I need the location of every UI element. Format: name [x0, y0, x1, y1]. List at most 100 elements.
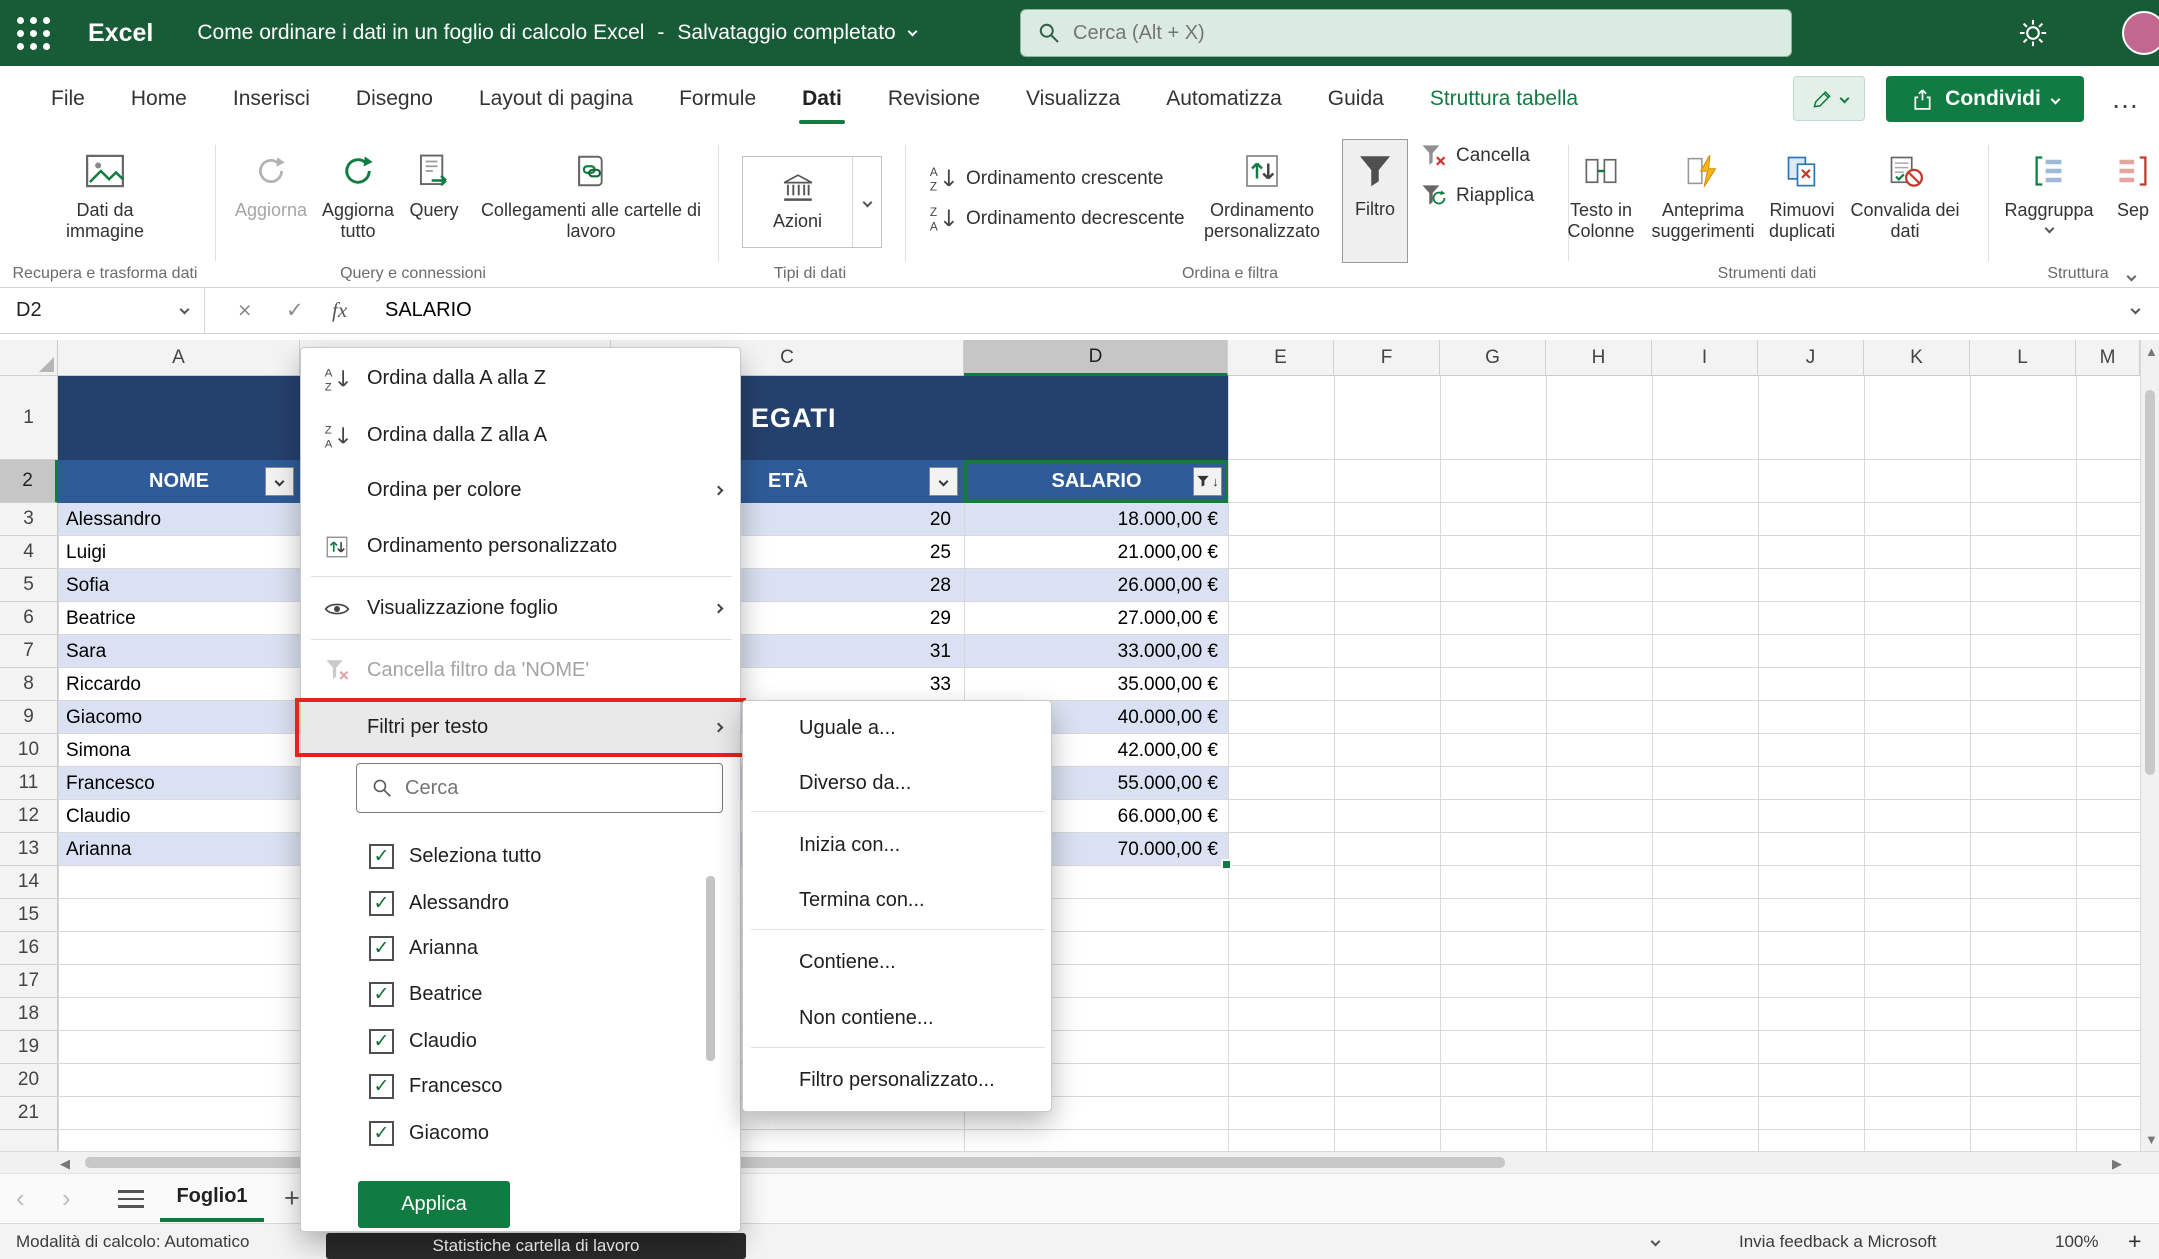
status-chevron-icon[interactable] [1651, 1237, 1661, 1247]
cell-nome[interactable]: Riccardo [66, 668, 141, 701]
filter-checkbox-item[interactable]: ✓ Francesco [301, 1063, 740, 1109]
sort-descending-button[interactable]: ZA Ordinamento decrescente [928, 204, 1185, 233]
tab-visualizza[interactable]: Visualizza [1003, 66, 1143, 131]
tab-revisione[interactable]: Revisione [865, 66, 1003, 131]
cell-nome[interactable]: Arianna [66, 833, 132, 866]
scroll-left-icon[interactable]: ◀ [60, 1156, 70, 1172]
scroll-up-icon[interactable]: ▲ [2145, 344, 2158, 359]
document-title[interactable]: Come ordinare i dati in un foglio di cal… [197, 21, 644, 45]
scroll-right-icon[interactable]: ▶ [2112, 1156, 2122, 1172]
submenu-item-filtro-personalizzato[interactable]: Filtro personalizzato... [743, 1053, 1051, 1108]
avatar[interactable] [2122, 11, 2159, 55]
vertical-scrollbar-thumb[interactable] [2145, 390, 2155, 775]
tab-file[interactable]: File [28, 66, 108, 131]
zoom-level[interactable]: 100% [2055, 1224, 2098, 1259]
data-from-picture-button[interactable]: Dati da immagine [43, 141, 167, 259]
menu-item-sheet-view[interactable]: Visualizzazione foglio [301, 581, 740, 636]
editing-mode-button[interactable] [1793, 76, 1865, 121]
filter-button[interactable]: Filtro [1342, 139, 1408, 263]
column-header-f[interactable]: F [1334, 340, 1440, 376]
row-header[interactable]: 8 [0, 668, 58, 701]
checkbox-checked-icon[interactable]: ✓ [369, 891, 394, 916]
menu-item-custom-sort[interactable]: Ordinamento personalizzato [301, 519, 740, 574]
menu-item-sort-az[interactable]: AZ Ordina dalla A alla Z [301, 351, 740, 406]
checkbox-checked-icon[interactable]: ✓ [369, 982, 394, 1007]
horizontal-scrollbar-thumb[interactable] [85, 1157, 1505, 1168]
text-to-columns-button[interactable]: Testo in Colonne [1556, 141, 1646, 259]
calc-mode-button[interactable]: Modalità di calcolo: Automatico [16, 1224, 249, 1259]
formula-input[interactable]: SALARIO [385, 288, 472, 333]
add-sheet-button[interactable]: + [284, 1174, 300, 1222]
save-status[interactable]: Salvataggio completato [677, 21, 895, 45]
cell-nome[interactable]: Giacomo [66, 701, 142, 734]
row-header[interactable]: 21 [0, 1097, 58, 1130]
cell-nome[interactable]: Sara [66, 635, 106, 668]
filter-checkbox-select-all[interactable]: ✓ Seleziona tutto [301, 833, 740, 879]
checkbox-checked-icon[interactable]: ✓ [369, 1074, 394, 1099]
submenu-item-contiene[interactable]: Contiene... [743, 935, 1051, 990]
cell-salario[interactable]: 26.000,00 € [964, 569, 1218, 602]
data-validation-button[interactable]: Convalida dei dati [1850, 141, 1960, 259]
refresh-all-button[interactable]: Aggiorna tutto [316, 141, 400, 259]
feedback-link[interactable]: Invia feedback a Microsoft [1739, 1224, 1936, 1259]
app-launcher-button[interactable] [0, 17, 66, 50]
tab-disegno[interactable]: Disegno [333, 66, 456, 131]
save-status-chevron-icon[interactable] [907, 26, 917, 36]
row-header[interactable]: 14 [0, 866, 58, 899]
filter-checkbox-item[interactable]: ✓ Arianna [301, 925, 740, 971]
sort-ascending-button[interactable]: AZ Ordinamento crescente [928, 164, 1164, 193]
filter-applied-button[interactable]: ↓ [1193, 467, 1222, 496]
row-header[interactable]: 1 [0, 376, 58, 460]
column-header-a[interactable]: A [58, 340, 300, 376]
table-header-salario[interactable]: SALARIO ↓ [964, 460, 1228, 503]
tab-dati[interactable]: Dati [779, 66, 865, 131]
submenu-item-non-contiene[interactable]: Non contiene... [743, 991, 1051, 1046]
sheet-prev-icon[interactable]: ‹ [16, 1174, 25, 1222]
row-header[interactable]: 17 [0, 965, 58, 998]
share-button[interactable]: Condividi [1886, 76, 2084, 122]
zoom-in-button[interactable]: + [2128, 1224, 2141, 1259]
row-header[interactable]: 3 [0, 503, 58, 536]
fill-handle[interactable] [1221, 859, 1232, 870]
cell-salario[interactable]: 27.000,00 € [964, 602, 1218, 635]
row-header[interactable]: 5 [0, 569, 58, 602]
menu-item-sort-za[interactable]: ZA Ordina dalla Z alla A [301, 408, 740, 463]
column-header-i[interactable]: I [1652, 340, 1758, 376]
row-header[interactable]: 16 [0, 932, 58, 965]
column-header-k[interactable]: K [1864, 340, 1970, 376]
column-header-d[interactable]: D [964, 340, 1228, 376]
cell-nome[interactable]: Alessandro [66, 503, 161, 536]
column-header-g[interactable]: G [1440, 340, 1546, 376]
filter-checkbox-item[interactable]: ✓ Giacomo [301, 1110, 740, 1156]
workbook-links-button[interactable]: Collegamenti alle cartelle di lavoro [472, 141, 710, 259]
table-header-nome[interactable]: NOME [58, 460, 300, 503]
sheet-tab-foglio1[interactable]: Foglio1 [160, 1174, 264, 1222]
menu-item-text-filters[interactable]: Filtri per testo [301, 701, 740, 753]
menu-item-clear-filter[interactable]: Cancella filtro da 'NOME' [301, 643, 740, 697]
flash-fill-button[interactable]: Anteprima suggerimenti [1648, 141, 1758, 259]
row-header[interactable]: 20 [0, 1064, 58, 1097]
tab-guida[interactable]: Guida [1305, 66, 1407, 131]
row-header[interactable]: 12 [0, 800, 58, 833]
filter-dropdown-button[interactable] [265, 467, 294, 496]
filter-checkbox-item[interactable]: ✓ Beatrice [301, 971, 740, 1017]
select-all-corner[interactable] [0, 340, 58, 376]
submenu-item-termina-con[interactable]: Termina con... [743, 873, 1051, 928]
cell-nome[interactable]: Sofia [66, 569, 109, 602]
vertical-scrollbar[interactable]: ▲ ▼ [2140, 340, 2159, 1151]
cell-salario[interactable]: 18.000,00 € [964, 503, 1218, 536]
filter-dropdown-button[interactable] [929, 467, 958, 496]
ribbon-more-button[interactable]: … [2100, 76, 2150, 122]
cell-nome[interactable]: Beatrice [66, 602, 136, 635]
cell-salario[interactable]: 21.000,00 € [964, 536, 1218, 569]
tab-home[interactable]: Home [108, 66, 210, 131]
filter-search-box[interactable] [356, 763, 723, 813]
checkbox-checked-icon[interactable]: ✓ [369, 844, 394, 869]
data-types-gallery[interactable]: Azioni [742, 156, 882, 248]
submenu-item-uguale-a[interactable]: Uguale a... [743, 701, 1051, 756]
row-header[interactable]: 9 [0, 701, 58, 734]
row-header[interactable]: 13 [0, 833, 58, 866]
query-button[interactable]: Query [402, 141, 466, 259]
checkbox-checked-icon[interactable]: ✓ [369, 1029, 394, 1054]
workbook-stats-button[interactable]: Statistiche cartella di lavoro [326, 1233, 746, 1259]
